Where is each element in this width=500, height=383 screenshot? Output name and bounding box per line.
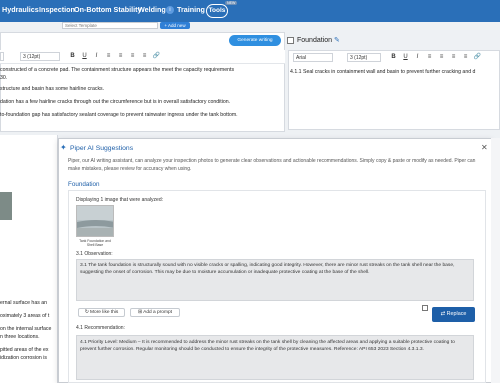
replace-label: Replace — [446, 311, 467, 317]
select-suggestion-checkbox[interactable] — [422, 305, 428, 311]
editor-line: to-foundation gap has satisfactory seala… — [0, 112, 238, 118]
foundation-justify-icon[interactable]: ≡ — [461, 53, 470, 62]
align-right-icon[interactable]: ≡ — [128, 52, 137, 61]
link-icon[interactable]: 🔗 — [152, 52, 161, 61]
nav-hydraulics[interactable]: Hydraulics — [2, 5, 39, 14]
background-text-fragment: oximately 3 areas of t — [0, 313, 50, 319]
background-text-fragment: on the internal surface — [0, 326, 52, 332]
close-icon[interactable]: ✕ — [481, 143, 488, 152]
align-center-icon[interactable]: ≡ — [116, 52, 125, 61]
editor-line: dation has a few hairline cracks through… — [0, 99, 231, 105]
foundation-align-right-icon[interactable]: ≡ — [449, 53, 458, 62]
foundation-underline-button[interactable]: U — [401, 53, 410, 62]
foundation-align-icon[interactable]: ≡ — [425, 53, 434, 62]
foundation-font-select[interactable]: Arial — [293, 53, 333, 62]
add-prompt-button[interactable]: ⊞ Add a prompt — [130, 308, 180, 317]
section-label-foundation: Foundation — [68, 181, 100, 188]
font-size-select[interactable]: 3 (12pt) — [20, 52, 60, 61]
background-text-fragment: idization corrosion is — [0, 355, 47, 361]
foundation-align-center-icon[interactable]: ≡ — [437, 53, 446, 62]
foundation-checkbox[interactable] — [287, 37, 294, 44]
foundation-italic-button[interactable]: I — [413, 53, 422, 62]
background-text-fragment: n three locations. — [0, 334, 40, 340]
top-nav-bar: Hydraulics Inspection On-Bottom Stabilit… — [0, 0, 500, 22]
modal-description: Piper, our AI writing assistant, can ana… — [68, 158, 476, 172]
recommendation-text: 4.1 Priority Level: Medium – It is recom… — [80, 340, 455, 352]
more-like-this-label: More like this — [90, 310, 119, 315]
justify-icon[interactable]: ≡ — [140, 52, 149, 61]
editor-toolbar: 3 (12pt) B U I ≡ ≡ ≡ ≡ 🔗 — [0, 50, 285, 64]
template-select[interactable]: Select Template — [62, 22, 158, 29]
foundation-link-icon[interactable]: 🔗 — [473, 53, 482, 62]
nav-on-bottom-stability[interactable]: On-Bottom Stability — [74, 5, 141, 14]
background-editor-lower — [0, 135, 58, 383]
editor-line: structure and basin has some hairline cr… — [0, 86, 105, 92]
background-text-fragment: pitted areas of the ex — [0, 347, 49, 353]
modal-scroll-gutter — [491, 138, 500, 383]
foundation-recommendation-line: 4.1.1 Seal cracks in containment wall an… — [290, 69, 476, 75]
foundation-title: Foundation — [297, 37, 333, 44]
sparkle-icon: ✦ — [60, 143, 67, 152]
foundation-bold-button[interactable]: B — [389, 53, 398, 62]
nav-training[interactable]: Training — [177, 5, 205, 14]
generate-writing-button[interactable]: Generate writing — [229, 35, 281, 46]
add-prompt-label: Add a prompt — [143, 310, 172, 315]
foundation-editor[interactable]: Arial 3 (12pt) B U I ≡ ≡ ≡ ≡ 🔗 — [288, 50, 500, 130]
more-like-this-button[interactable]: ↻ More like this — [78, 308, 125, 317]
info-icon[interactable]: i — [166, 6, 174, 14]
observation-text: 3.1 The tank foundation is structurally … — [80, 263, 455, 275]
analyzed-image-thumbnail[interactable] — [76, 205, 114, 237]
font-select-fragment[interactable] — [0, 52, 4, 61]
align-left-icon[interactable]: ≡ — [104, 52, 113, 61]
pencil-icon[interactable]: ✎ — [334, 36, 340, 44]
nav-welding[interactable]: Welding — [138, 5, 166, 14]
modal-title: Piper AI Suggestions — [70, 145, 134, 152]
observation-label: 3.1 Observation: — [76, 251, 113, 257]
template-row: Select Template + Add new — [0, 22, 500, 30]
editor-line: 30. — [0, 75, 8, 81]
recommendation-label: 4.1 Recommendation: — [76, 325, 125, 331]
add-new-button[interactable]: + Add new — [160, 22, 190, 29]
nav-inspection[interactable]: Inspection — [39, 5, 75, 14]
new-badge: NEW — [225, 1, 238, 5]
italic-button[interactable]: I — [92, 52, 101, 61]
underline-button[interactable]: U — [80, 52, 89, 61]
editor-line: constructed of a concrete pad. The conta… — [0, 67, 235, 73]
foundation-size-select[interactable]: 3 (12pt) — [347, 53, 381, 62]
background-photo-fragment — [0, 192, 12, 220]
replace-button[interactable]: ⇄ Replace — [432, 307, 475, 322]
bold-button[interactable]: B — [68, 52, 77, 61]
thumbnail-caption: Tank Foundation and Shell Base — [79, 239, 111, 247]
displaying-images-label: Displaying 1 image that were analyzed: — [76, 197, 163, 203]
tools-button[interactable]: Tools — [206, 4, 228, 18]
background-text-fragment: ernal surface has an — [0, 300, 48, 306]
